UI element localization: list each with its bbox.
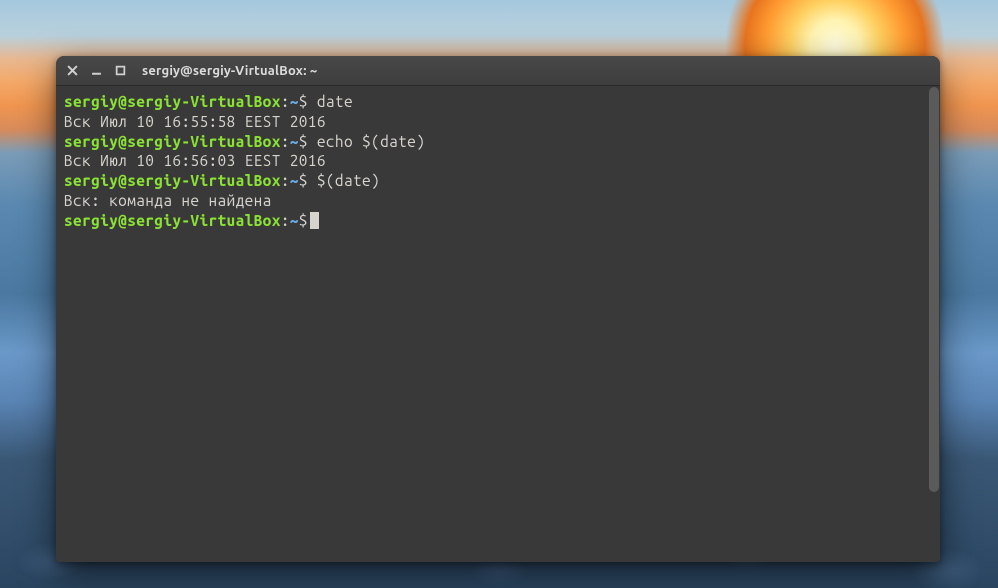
command-text: $(date) bbox=[308, 172, 380, 189]
command-text: echo $(date) bbox=[308, 133, 425, 150]
prompt-path: ~ bbox=[290, 133, 299, 150]
minimize-icon bbox=[91, 65, 102, 76]
prompt-separator: : bbox=[281, 93, 290, 110]
prompt-separator: : bbox=[281, 212, 290, 229]
titlebar[interactable]: sergiy@sergiy-VirtualBox: ~ bbox=[56, 56, 940, 86]
scrollbar-track[interactable] bbox=[928, 86, 940, 562]
scrollbar-thumb[interactable] bbox=[929, 87, 939, 492]
prompt-separator: : bbox=[281, 172, 290, 189]
command-text: date bbox=[308, 93, 353, 110]
terminal-body[interactable]: sergiy@sergiy-VirtualBox:~$ dateВск Июл … bbox=[56, 86, 940, 562]
output-line: Вск Июл 10 16:56:03 EEST 2016 bbox=[64, 151, 932, 171]
terminal-window: sergiy@sergiy-VirtualBox: ~ sergiy@sergi… bbox=[56, 56, 940, 562]
cursor bbox=[310, 212, 319, 229]
prompt-path: ~ bbox=[290, 172, 299, 189]
prompt-symbol: $ bbox=[299, 172, 308, 189]
terminal-line: sergiy@sergiy-VirtualBox:~$ date bbox=[64, 92, 932, 112]
prompt-user-host: sergiy@sergiy-VirtualBox bbox=[64, 212, 281, 229]
prompt-separator: : bbox=[281, 133, 290, 150]
prompt-user-host: sergiy@sergiy-VirtualBox bbox=[64, 133, 281, 150]
prompt-symbol: $ bbox=[299, 212, 308, 229]
window-title: sergiy@sergiy-VirtualBox: ~ bbox=[142, 64, 317, 78]
terminal-line: sergiy@sergiy-VirtualBox:~$ echo $(date) bbox=[64, 132, 932, 152]
close-icon bbox=[67, 65, 78, 76]
prompt-path: ~ bbox=[290, 93, 299, 110]
terminal-line: sergiy@sergiy-VirtualBox:~$ $(date) bbox=[64, 171, 932, 191]
output-line: Вск: команда не найдена bbox=[64, 191, 932, 211]
terminal-line: sergiy@sergiy-VirtualBox:~$ bbox=[64, 211, 932, 231]
prompt-user-host: sergiy@sergiy-VirtualBox bbox=[64, 93, 281, 110]
prompt-user-host: sergiy@sergiy-VirtualBox bbox=[64, 172, 281, 189]
prompt-symbol: $ bbox=[299, 93, 308, 110]
minimize-button[interactable] bbox=[90, 65, 102, 77]
close-button[interactable] bbox=[66, 65, 78, 77]
maximize-button[interactable] bbox=[114, 65, 126, 77]
prompt-symbol: $ bbox=[299, 133, 308, 150]
window-controls bbox=[66, 65, 126, 77]
prompt-path: ~ bbox=[290, 212, 299, 229]
maximize-icon bbox=[115, 65, 126, 76]
output-line: Вск Июл 10 16:55:58 EEST 2016 bbox=[64, 112, 932, 132]
